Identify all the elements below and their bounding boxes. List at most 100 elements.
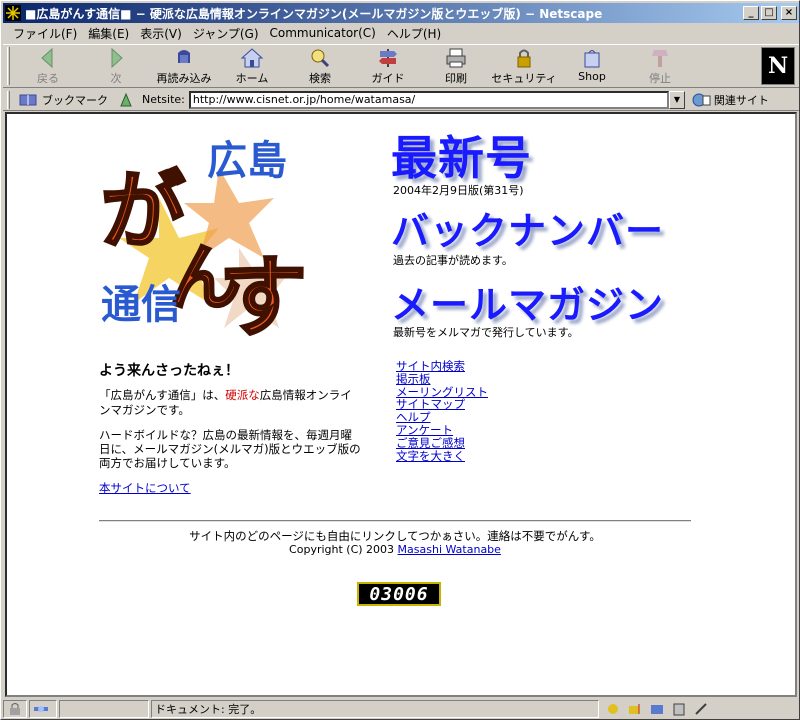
security-label: セキュリティ	[491, 72, 557, 85]
component-bar	[605, 702, 709, 716]
intro-paragraph: 「広島がんす通信」は、硬派な広島情報オンラインマガジンです。	[99, 388, 361, 418]
stop-label: 停止	[649, 72, 671, 85]
guide-label: ガイド	[371, 72, 405, 85]
welcome-heading: よう来んさったねぇ！	[99, 363, 239, 379]
large-text-link[interactable]: 文字を大きく	[396, 449, 488, 463]
counter-value: 03006	[369, 583, 429, 605]
back-arrow-icon	[41, 47, 53, 69]
title-bar: ■広島がんす通信■ − 硬派な広島情報オンラインマガジン(メールマガジン版とウエ…	[3, 3, 799, 23]
minimize-button[interactable]: _	[743, 6, 759, 20]
composer-icon[interactable]	[693, 702, 709, 716]
guide-icon	[379, 49, 397, 67]
related-sites-label: 関連サイト	[713, 93, 769, 107]
menu-go[interactable]: ジャンプ(G)	[189, 25, 266, 42]
intro-text-highlight: 硬派な	[225, 388, 260, 402]
window-title: ■広島がんす通信■ − 硬派な広島情報オンラインマガジン(メールマガジン版とウエ…	[25, 6, 603, 21]
security-lock-icon	[10, 703, 20, 715]
toolbar-grip[interactable]	[7, 47, 10, 85]
survey-link[interactable]: アンケート	[396, 424, 488, 437]
about-site-link[interactable]: 本サイトについて	[99, 480, 191, 496]
connection-icon	[34, 706, 48, 712]
bookmark-icon	[19, 94, 37, 105]
bookmarks-label: ブックマーク	[42, 93, 108, 107]
latest-issue-link[interactable]: 最新号	[391, 122, 532, 188]
access-counter: 03006	[357, 582, 441, 606]
menu-file[interactable]: ファイル(F)	[9, 25, 84, 42]
stop-icon	[652, 50, 668, 67]
menu-help[interactable]: ヘルプ(H)	[383, 25, 448, 42]
forward-label: 次	[110, 72, 122, 85]
shop-button[interactable]: Shop	[558, 45, 626, 87]
browser-window: ■広島がんす通信■ − 硬派な広島情報オンラインマガジン(メールマガジン版とウエ…	[0, 0, 800, 720]
forward-arrow-icon	[111, 47, 123, 69]
address-book-icon[interactable]	[671, 702, 687, 716]
site-logo[interactable]: が ん す 広島 通信	[99, 128, 309, 351]
netscape-throbber-logo[interactable]: N	[761, 47, 795, 85]
shop-label: Shop	[578, 70, 606, 83]
netscape-logo-letter: N	[767, 53, 789, 79]
mail-magazine-link[interactable]: メールマガジン	[391, 274, 664, 329]
status-bar: ドキュメント: 完了。	[3, 699, 799, 719]
back-label: 戻る	[37, 72, 59, 85]
page-proxy-icon[interactable]	[118, 92, 134, 108]
reload-label: 再読み込み	[156, 72, 212, 85]
navigator-icon[interactable]	[605, 702, 621, 716]
intro-paragraph-2: ハードボイルドな？広島の最新情報を、毎週月曜日に、メールマガジン(メルマガ)版と…	[99, 428, 361, 470]
maximize-button[interactable]: □	[761, 6, 777, 20]
reload-icon	[178, 50, 190, 63]
related-sites-button[interactable]: 関連サイト	[691, 92, 769, 108]
forward-button[interactable]: 次	[82, 45, 150, 87]
navigation-toolbar: 戻る 次 再読み込み ホーム 検索 ガイド 印刷 セキュリティ Shop 停止 …	[3, 44, 799, 88]
author-link[interactable]: Masashi Watanabe	[398, 543, 501, 556]
newsgroup-icon[interactable]	[649, 702, 665, 716]
printer-icon	[446, 48, 466, 68]
home-button[interactable]: ホーム	[218, 45, 286, 87]
page-content: が ん す 広島 通信 最新号 2004年2月9日版(第31号) バックナンバー…	[5, 112, 797, 697]
copyright-text: Copyright (C) 2003	[289, 543, 395, 556]
url-dropdown-button[interactable]: ▼	[668, 90, 685, 109]
logo-text-hiroshima: 広島	[207, 138, 287, 184]
print-button[interactable]: 印刷	[422, 45, 490, 87]
guide-button[interactable]: ガイド	[354, 45, 422, 87]
netsite-label: Netsite:	[142, 93, 185, 106]
url-input[interactable]: http://www.cisnet.or.jp/home/watamasa/	[188, 90, 669, 109]
gansu-logo-graphic: が ん す 広島 通信	[100, 138, 309, 351]
bookmarks-button[interactable]: ブックマーク	[18, 92, 108, 108]
footer-copyright: Copyright (C) 2003 Masashi Watanabe	[99, 543, 691, 556]
close-button[interactable]: ×	[781, 6, 797, 20]
progress-cell	[59, 700, 149, 718]
padlock-icon	[517, 49, 531, 68]
menu-view[interactable]: 表示(V)	[136, 25, 189, 42]
netscape-app-icon	[5, 5, 21, 21]
site-links-list: サイト内検索 掲示板 メーリングリスト サイトマップ ヘルプ アンケート ご意見…	[396, 360, 488, 462]
mail-magazine-description: 最新号をメルマガで発行しています。	[393, 326, 579, 339]
security-button[interactable]: セキュリティ	[490, 45, 558, 87]
search-icon	[311, 49, 330, 68]
site-search-link[interactable]: サイト内検索	[396, 360, 488, 373]
location-grip[interactable]	[7, 90, 10, 109]
reload-button[interactable]: 再読み込み	[150, 45, 218, 87]
menu-communicator[interactable]: Communicator(C)	[266, 26, 383, 40]
stop-button[interactable]: 停止	[626, 45, 694, 87]
mailbox-icon[interactable]	[627, 702, 643, 716]
status-text: ドキュメント: 完了。	[155, 703, 262, 716]
back-button[interactable]: 戻る	[14, 45, 82, 87]
latest-issue-date: 2004年2月9日版(第31号)	[393, 184, 524, 197]
location-toolbar: ブックマーク Netsite: http://www.cisnet.or.jp/…	[3, 89, 799, 111]
logo-text-tsushin: 通信	[101, 282, 181, 328]
menu-edit[interactable]: 編集(E)	[84, 25, 136, 42]
feedback-link[interactable]: ご意見ご感想	[396, 436, 488, 450]
security-status-cell[interactable]	[3, 700, 27, 718]
bbs-link[interactable]: 掲示板	[396, 372, 488, 386]
connection-status-cell[interactable]	[29, 700, 57, 718]
search-button[interactable]: 検索	[286, 45, 354, 87]
related-sites-icon	[692, 93, 711, 106]
back-numbers-description: 過去の記事が読めます。	[393, 254, 513, 267]
back-numbers-link[interactable]: バックナンバー	[391, 200, 664, 255]
search-label: 検索	[309, 72, 331, 85]
home-label: ホーム	[235, 72, 269, 85]
status-text-cell: ドキュメント: 完了。	[151, 700, 599, 718]
horizontal-rule	[99, 520, 691, 522]
print-label: 印刷	[445, 72, 467, 85]
footer-link-policy: サイト内のどのページにも自由にリンクしてつかぁさい。連絡は不要でがんす。	[189, 529, 601, 543]
